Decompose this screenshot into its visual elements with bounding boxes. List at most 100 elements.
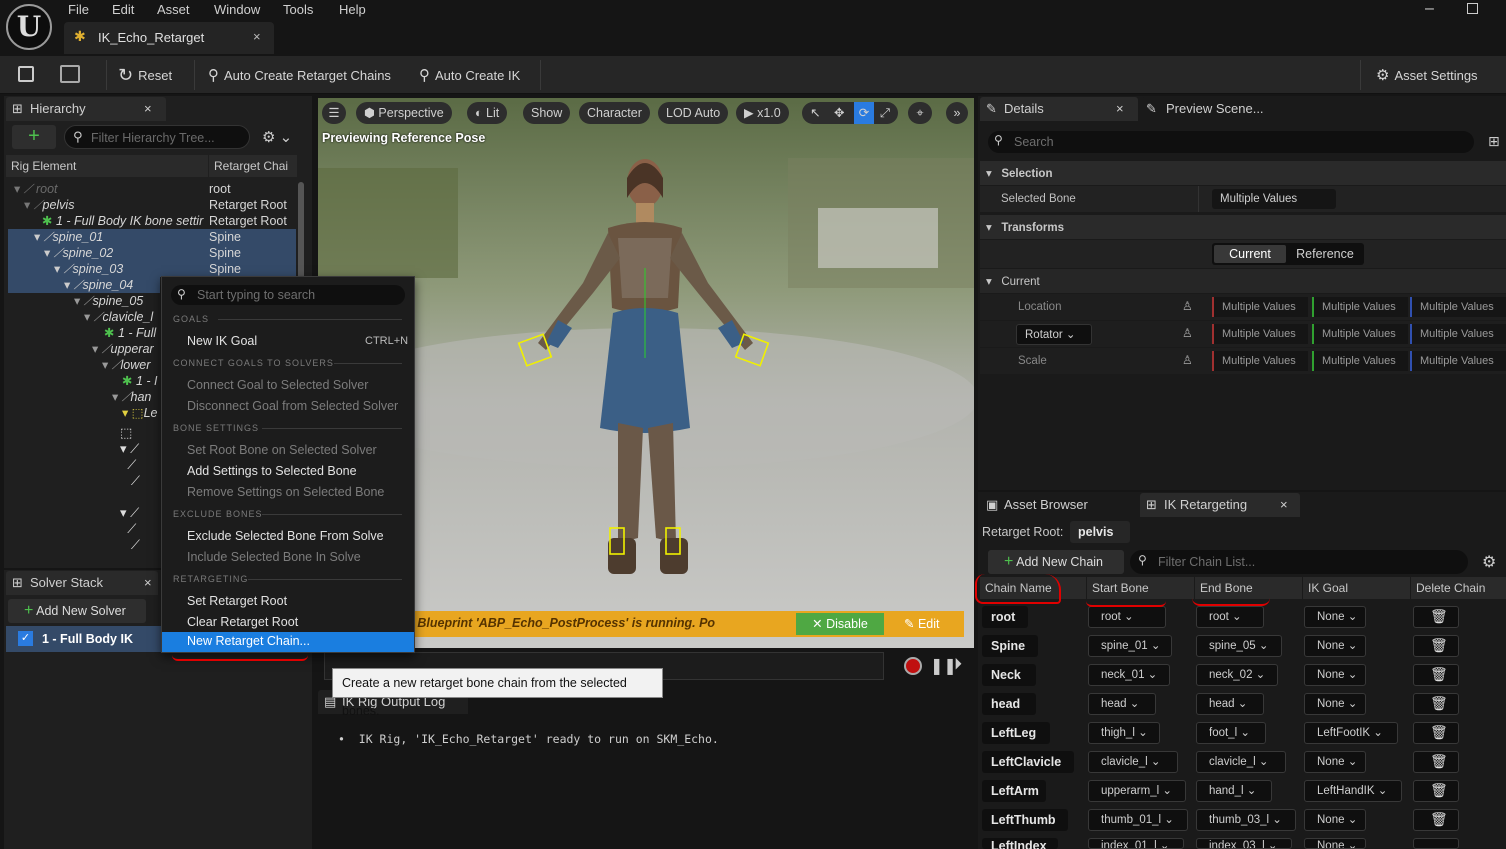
ik-retargeting-tab[interactable]: ⊞ IK Retargeting × bbox=[1140, 493, 1300, 517]
menu-help[interactable]: Help bbox=[339, 2, 366, 17]
location-x[interactable]: Multiple Values bbox=[1212, 297, 1308, 317]
browse-asset-icon[interactable] bbox=[60, 65, 80, 83]
details-search-input[interactable]: ⚲ Search bbox=[988, 131, 1474, 153]
add-new-chain-button[interactable]: + Add New Chain bbox=[988, 550, 1124, 574]
ik-goal-dropdown[interactable]: None ⌄ bbox=[1304, 635, 1366, 657]
delete-chain-button[interactable]: 🗑 bbox=[1413, 780, 1459, 802]
menu-new-retarget-chain[interactable]: New Retarget Chain... bbox=[162, 632, 414, 652]
rotator-y[interactable]: Multiple Values bbox=[1312, 324, 1408, 344]
tree-row[interactable]: ▾ ⟋spine_02 Spine bbox=[8, 245, 296, 261]
menu-file[interactable]: File bbox=[68, 2, 89, 17]
menu-clear-retarget-root[interactable]: Clear Retarget Root bbox=[187, 615, 298, 629]
auto-create-ik-button[interactable]: ⚲ Auto Create IK bbox=[419, 64, 520, 86]
tree-row[interactable]: ✱ 1 - Full bbox=[8, 325, 160, 341]
document-tab[interactable]: ✱ IK_Echo_Retarget × bbox=[64, 22, 274, 54]
col-end-bone[interactable]: End Bone bbox=[1195, 577, 1302, 599]
tree-row[interactable]: ▾ ⟋spine_04 bbox=[8, 277, 160, 293]
rotator-z[interactable]: Multiple Values bbox=[1410, 324, 1506, 344]
edit-button[interactable]: ✎ Edit bbox=[904, 613, 950, 635]
move-icon[interactable]: ✥ bbox=[834, 102, 844, 124]
maximize-icon[interactable] bbox=[1467, 3, 1478, 14]
menu-set-retarget-root[interactable]: Set Retarget Root bbox=[187, 594, 287, 608]
delete-chain-button[interactable] bbox=[1413, 838, 1459, 849]
location-reset-icon[interactable]: ♙ bbox=[1182, 299, 1193, 313]
transform-tools[interactable]: ↖ ✥ ⟳ ⤢ bbox=[802, 102, 898, 124]
asset-settings-button[interactable]: ⚙ Asset Settings bbox=[1376, 64, 1478, 86]
scale-icon[interactable]: ⤢ bbox=[880, 102, 890, 124]
selection-section[interactable]: ▾ Selection bbox=[980, 161, 1506, 185]
ik-goal-dropdown[interactable]: LeftHandIK ⌄ bbox=[1304, 780, 1402, 802]
chain-name[interactable]: LeftThumb bbox=[982, 809, 1068, 831]
ik-goal-dropdown[interactable]: None ⌄ bbox=[1304, 664, 1366, 686]
end-bone-dropdown[interactable]: hand_l ⌄ bbox=[1196, 780, 1272, 802]
lit-button[interactable]: ◐ Lit bbox=[467, 102, 508, 124]
viewport[interactable]: ☰ ⬢ Perspective ◐ Lit Show Character LOD… bbox=[318, 98, 974, 648]
tree-row[interactable]: ▾ ⟋pelvis Retarget Root bbox=[8, 197, 296, 213]
menu-edit[interactable]: Edit bbox=[112, 2, 134, 17]
rotator-dropdown[interactable]: Rotator ⌄ bbox=[1016, 324, 1092, 345]
asset-browser-tab[interactable]: ▣ Asset Browser bbox=[980, 493, 1136, 517]
ik-goal-dropdown[interactable]: None ⌄ bbox=[1304, 751, 1366, 773]
select-icon[interactable]: ↖ bbox=[810, 102, 820, 124]
chain-name[interactable]: Neck bbox=[982, 664, 1036, 686]
preview-scene-tab[interactable]: ✎ Preview Scene... bbox=[1142, 97, 1292, 121]
chain-name[interactable]: LeftIndex bbox=[982, 838, 1058, 849]
chain-name[interactable]: root bbox=[982, 606, 1028, 628]
tree-row[interactable]: ▾ ⟋upperar bbox=[8, 341, 160, 357]
menu-exclude-bone[interactable]: Exclude Selected Bone From Solve bbox=[187, 529, 384, 543]
end-bone-dropdown[interactable]: spine_05 ⌄ bbox=[1196, 635, 1282, 657]
col-retarget-chain[interactable]: Retarget Chai bbox=[209, 155, 297, 177]
col-start-bone[interactable]: Start Bone bbox=[1087, 577, 1194, 599]
end-bone-dropdown[interactable]: foot_l ⌄ bbox=[1196, 722, 1266, 744]
step-icon[interactable]: ⏵ bbox=[954, 656, 962, 674]
chain-name[interactable]: LeftClavicle bbox=[982, 751, 1074, 773]
delete-chain-button[interactable]: 🗑 bbox=[1413, 635, 1459, 657]
menu-disconnect-goal[interactable]: Disconnect Goal from Selected Solver bbox=[187, 399, 398, 413]
start-bone-dropdown[interactable]: root ⌄ bbox=[1088, 606, 1166, 628]
tree-row[interactable]: ✱ 1 - Full Body IK bone settir Retarget R… bbox=[8, 213, 296, 229]
tree-row[interactable]: ✱ 1 - I bbox=[8, 373, 160, 389]
close-tab-icon[interactable]: × bbox=[253, 29, 261, 44]
rotator-x[interactable]: Multiple Values bbox=[1212, 324, 1308, 344]
solver-item[interactable]: ✓ 1 - Full Body IK bbox=[6, 626, 162, 652]
context-search-input[interactable]: ⚲ Start typing to search bbox=[171, 285, 405, 305]
delete-chain-button[interactable]: 🗑 bbox=[1413, 809, 1459, 831]
location-y[interactable]: Multiple Values bbox=[1312, 297, 1408, 317]
filter-hierarchy-input[interactable]: ⚲ Filter Hierarchy Tree... bbox=[64, 125, 250, 149]
save-icon[interactable] bbox=[18, 66, 34, 82]
menu-include-bone[interactable]: Include Selected Bone In Solve bbox=[187, 550, 361, 564]
current-toggle-button[interactable]: Current bbox=[1214, 245, 1286, 263]
minimize-icon[interactable]: – bbox=[1425, 0, 1434, 18]
chain-name[interactable]: Spine bbox=[982, 635, 1038, 657]
menu-add-settings[interactable]: Add Settings to Selected Bone bbox=[187, 464, 357, 478]
tree-row[interactable]: ▾ ⟋lower bbox=[8, 357, 160, 373]
hierarchy-scrollbar[interactable] bbox=[298, 182, 304, 282]
reference-toggle-button[interactable]: Reference bbox=[1290, 245, 1360, 263]
hierarchy-tab[interactable]: ⊞ Hierarchy × bbox=[6, 97, 166, 121]
scale-reset-icon[interactable]: ♙ bbox=[1182, 353, 1193, 367]
ik-goal-dropdown[interactable]: None ⌄ bbox=[1304, 606, 1366, 628]
chain-name[interactable]: LeftArm bbox=[982, 780, 1046, 802]
end-bone-dropdown[interactable]: head ⌄ bbox=[1196, 693, 1264, 715]
close-details-icon[interactable]: × bbox=[1116, 97, 1124, 121]
start-bone-dropdown[interactable]: head ⌄ bbox=[1088, 693, 1156, 715]
col-ik-goal[interactable]: IK Goal bbox=[1303, 577, 1410, 599]
ik-goal-dropdown[interactable]: None ⌄ bbox=[1304, 693, 1366, 715]
rotate-icon[interactable]: ⟳ bbox=[854, 102, 874, 124]
chain-settings-gear-icon[interactable]: ⚙ bbox=[1482, 552, 1496, 572]
tree-row[interactable]: ▾ ⟋clavicle_l bbox=[8, 309, 160, 325]
tree-row[interactable]: ▾ ⟋spine_01 Spine bbox=[8, 229, 296, 245]
menu-tools[interactable]: Tools bbox=[283, 2, 313, 17]
tree-row[interactable]: ▾ ⬚Le bbox=[8, 405, 160, 421]
start-bone-dropdown[interactable]: thigh_l ⌄ bbox=[1088, 722, 1160, 744]
disable-button[interactable]: ✕ Disable bbox=[796, 613, 884, 635]
ik-goal-dropdown[interactable]: None ⌄ bbox=[1304, 809, 1366, 831]
close-ik-retargeting-icon[interactable]: × bbox=[1280, 493, 1288, 517]
unreal-logo-icon[interactable]: U bbox=[6, 4, 52, 50]
location-z[interactable]: Multiple Values bbox=[1410, 297, 1506, 317]
close-hierarchy-icon[interactable]: × bbox=[144, 97, 152, 121]
delete-chain-button[interactable]: 🗑 bbox=[1413, 606, 1459, 628]
end-bone-dropdown[interactable]: index_03_l ⌄ bbox=[1196, 838, 1292, 849]
tree-row[interactable]: ▾ ⟋han bbox=[8, 389, 160, 405]
camera-icon[interactable]: ⌖ bbox=[908, 102, 932, 124]
